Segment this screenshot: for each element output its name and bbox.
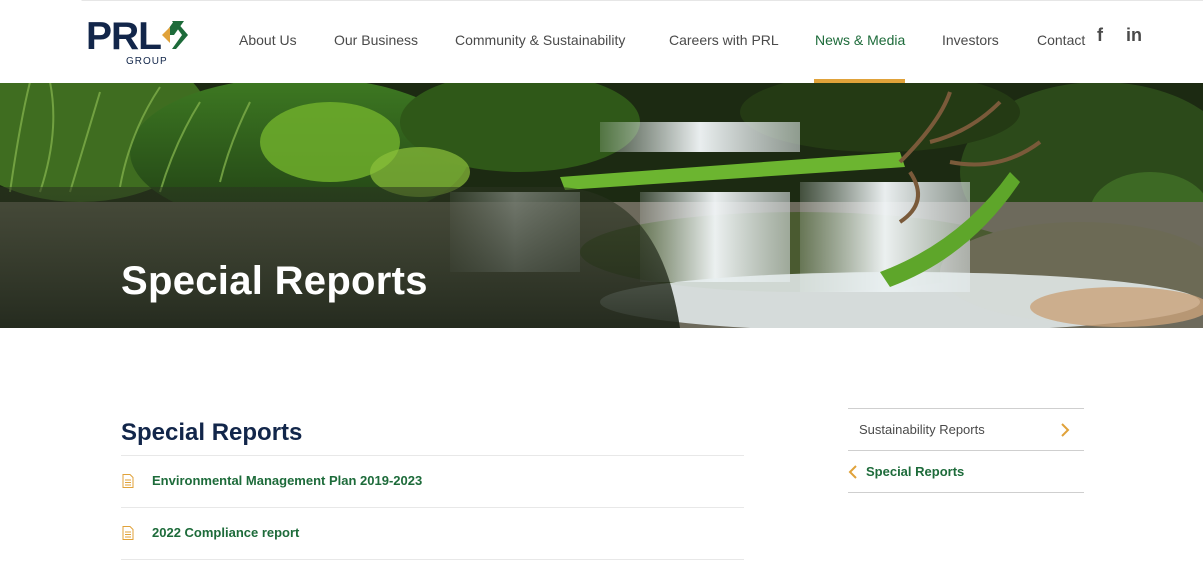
- nav-our-business[interactable]: Our Business: [334, 31, 418, 49]
- linkedin-icon[interactable]: in: [1126, 25, 1142, 46]
- nav-careers[interactable]: Careers with PRL: [669, 31, 779, 49]
- prl-logo[interactable]: PRL GROUP: [86, 15, 196, 67]
- sidebar-nav: Sustainability Reports Special Reports: [848, 408, 1084, 493]
- chevron-left-icon: [848, 465, 857, 479]
- nav-contact[interactable]: Contact: [1037, 31, 1085, 49]
- active-nav-indicator: [814, 79, 905, 83]
- document-icon: [122, 474, 134, 488]
- list-item: 2022 Compliance report: [121, 507, 744, 560]
- report-list: Environmental Management Plan 2019-2023 …: [121, 455, 744, 560]
- hero-banner: Special Reports: [0, 82, 1203, 328]
- logo-wedge: [0, 0, 82, 82]
- hero-title: Special Reports: [121, 258, 428, 303]
- logo-wordmark: PRL: [86, 15, 162, 58]
- report-link-2022-compliance-report[interactable]: 2022 Compliance report: [152, 525, 299, 540]
- logo-arrow-icon: [162, 21, 188, 49]
- page-title: Special Reports: [121, 418, 303, 446]
- nav-about-us[interactable]: About Us: [239, 31, 297, 49]
- site-header: PRL GROUP About Us Our Business Communit…: [0, 0, 1203, 83]
- logo-group-text: GROUP: [126, 56, 168, 67]
- nav-community-sustainability[interactable]: Community & Sustainability: [455, 31, 625, 49]
- facebook-icon[interactable]: f: [1097, 25, 1103, 46]
- sidebar-item-label: Sustainability Reports: [859, 422, 985, 437]
- report-link-environmental-management-plan[interactable]: Environmental Management Plan 2019-2023: [152, 473, 422, 488]
- chevron-right-icon: [1061, 423, 1070, 437]
- document-icon: [122, 526, 134, 540]
- nav-investors[interactable]: Investors: [942, 31, 999, 49]
- sidebar-item-sustainability-reports[interactable]: Sustainability Reports: [848, 408, 1084, 450]
- list-item: Environmental Management Plan 2019-2023: [121, 455, 744, 507]
- nav-news-media[interactable]: News & Media: [815, 31, 905, 49]
- sidebar-item-label: Special Reports: [866, 464, 965, 479]
- sidebar-item-special-reports[interactable]: Special Reports: [848, 450, 1084, 493]
